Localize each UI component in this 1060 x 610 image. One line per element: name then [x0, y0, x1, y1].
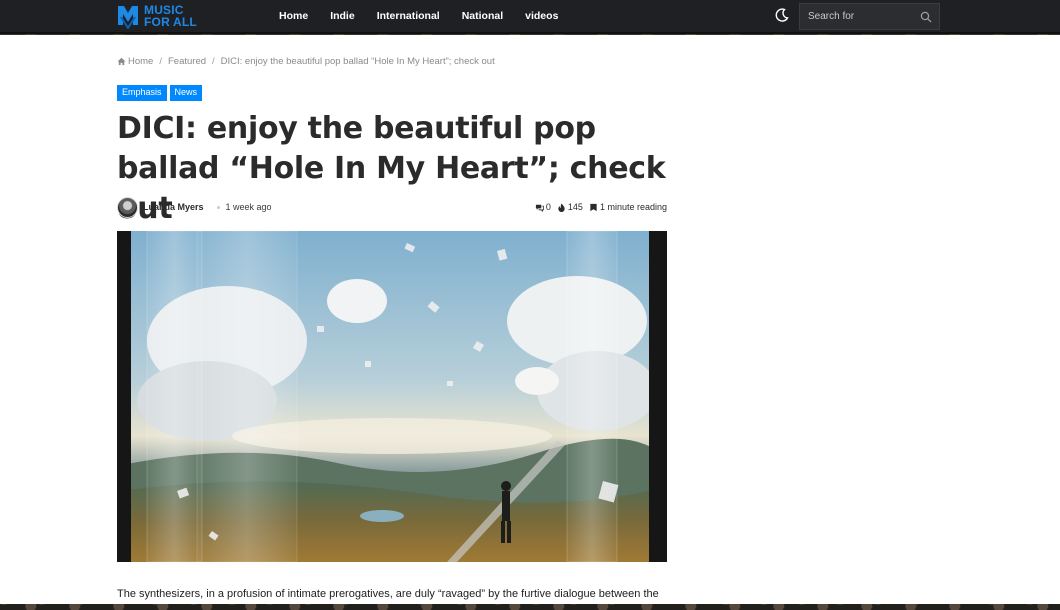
comments-value: 0	[545, 202, 551, 212]
breadcrumb-separator: /	[159, 56, 162, 67]
reading-time: 1 minute reading	[589, 202, 667, 212]
badge-emphasis[interactable]: Emphasis	[117, 85, 167, 101]
article-body-paragraph: The synthesizers, in a profusion of inti…	[117, 588, 659, 600]
article-stats: 0 145 1 minute reading	[535, 202, 667, 212]
logo-mark-icon	[118, 6, 138, 29]
search-box	[799, 3, 940, 30]
author-avatar[interactable]	[117, 196, 138, 218]
search-input[interactable]	[800, 11, 916, 22]
article-meta: Luanda Myers 1 week ago 0 145 1 minute r…	[117, 195, 667, 219]
fire-icon	[558, 202, 565, 212]
featured-image-art	[117, 231, 667, 562]
comments-count[interactable]: 0	[535, 202, 551, 212]
author-name[interactable]: Luanda Myers	[143, 202, 204, 212]
views-count: 145	[557, 202, 583, 212]
breadcrumb: Home / Featured / DICI: enjoy the beauti…	[117, 56, 495, 67]
breadcrumb-current: DICI: enjoy the beautiful pop ballad “Ho…	[220, 56, 495, 67]
nav-item-videos[interactable]: videos	[525, 10, 558, 22]
breadcrumb-separator: /	[212, 56, 215, 67]
moon-icon[interactable]	[775, 8, 789, 22]
breadcrumb-home[interactable]: Home	[128, 56, 153, 67]
nav-item-home[interactable]: Home	[279, 10, 308, 22]
search-icon[interactable]	[920, 11, 932, 23]
category-badges: Emphasis News	[117, 85, 203, 101]
meta-separator	[216, 205, 220, 209]
reading-time-value: 1 minute reading	[599, 202, 667, 212]
badge-news[interactable]: News	[169, 85, 203, 101]
home-icon	[117, 57, 126, 66]
featured-image[interactable]	[117, 231, 667, 562]
site-logo[interactable]: MUSIC FOR ALL	[116, 0, 197, 32]
logo-text-line2: FOR ALL	[144, 15, 197, 29]
nav-item-national[interactable]: National	[462, 10, 503, 22]
nav-item-indie[interactable]: Indie	[330, 10, 355, 22]
book-icon	[590, 203, 597, 211]
post-date: 1 week ago	[225, 202, 272, 212]
article-content: Home / Featured / DICI: enjoy the beauti…	[0, 35, 1060, 604]
nav-item-international[interactable]: International	[377, 10, 440, 22]
breadcrumb-featured[interactable]: Featured	[168, 56, 206, 67]
views-value: 145	[567, 202, 583, 212]
top-navigation-bar: MUSIC FOR ALL Home Indie International N…	[0, 0, 1060, 34]
main-menu: Home Indie International National videos	[279, 0, 580, 32]
comments-icon	[535, 204, 544, 212]
